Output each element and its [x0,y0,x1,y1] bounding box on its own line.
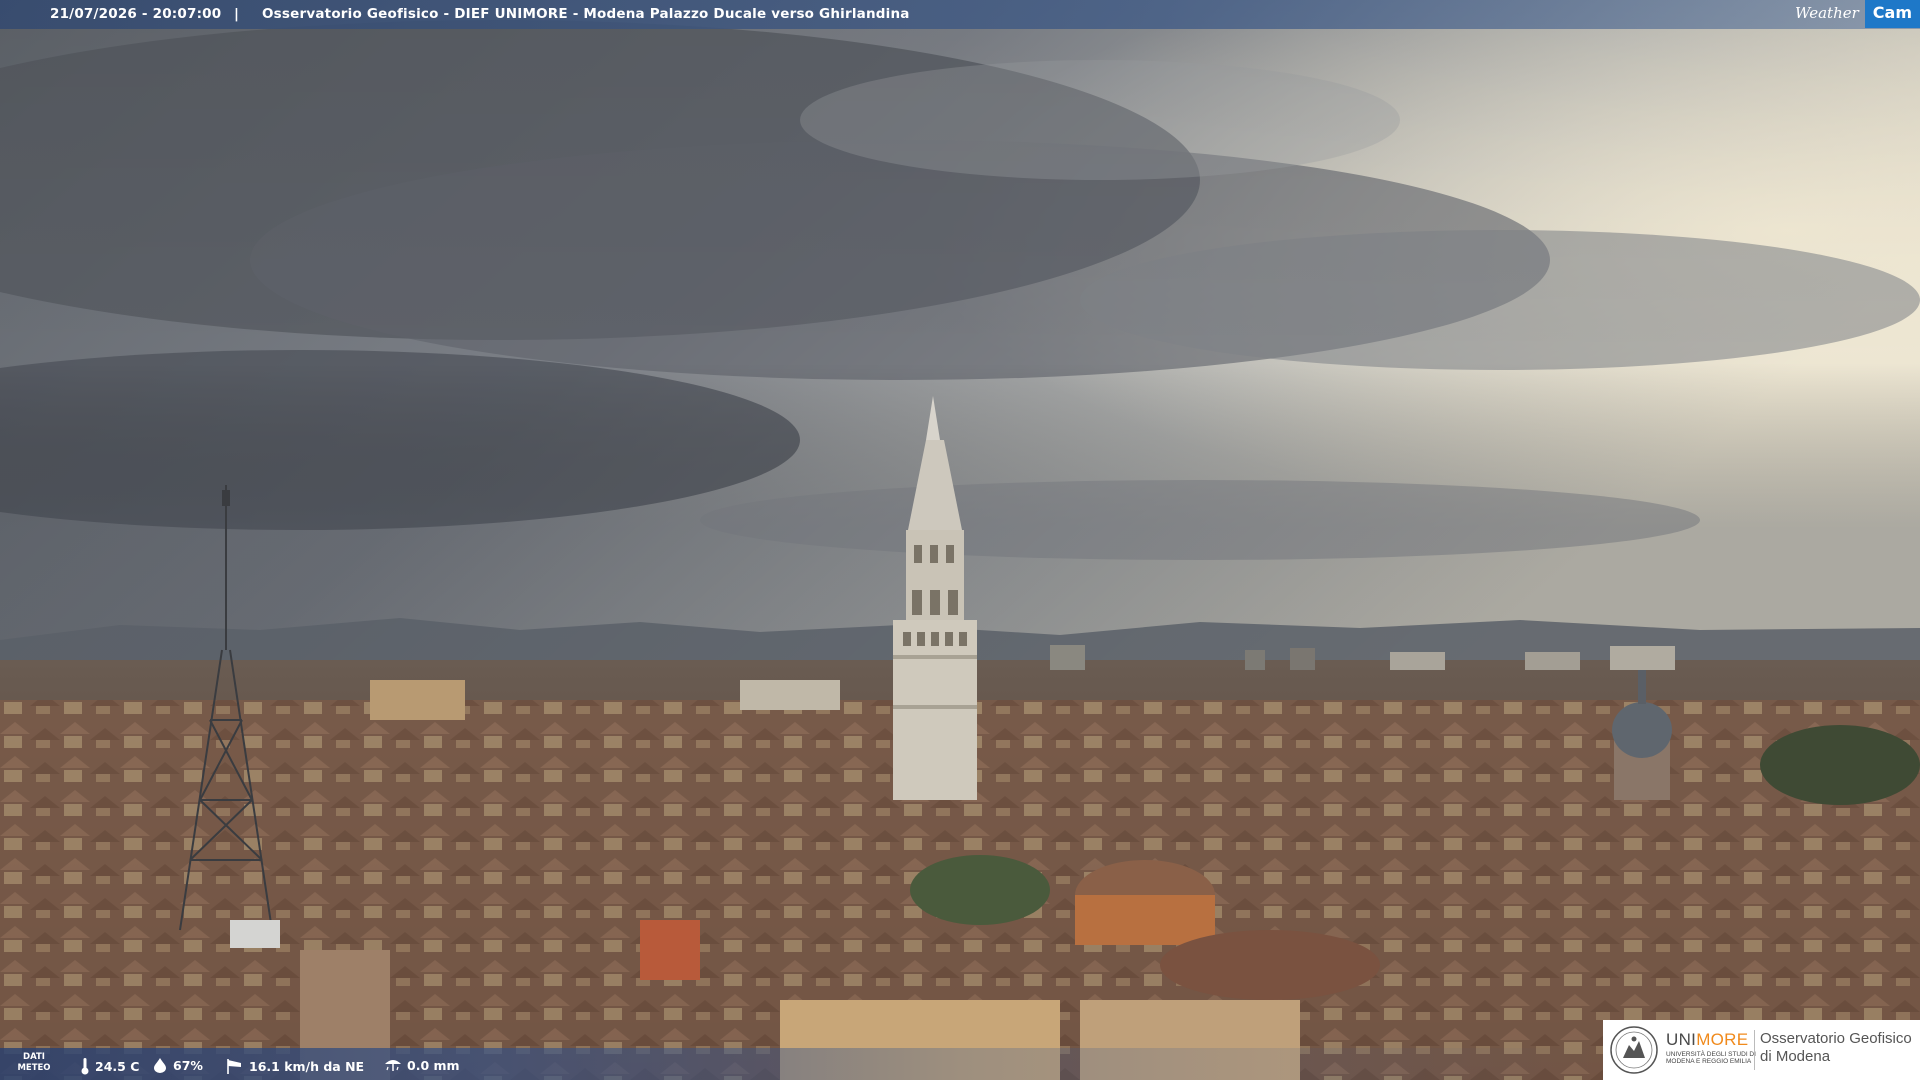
header-separator: | [234,6,240,22]
temperature-value: 24.5 C [95,1058,140,1074]
rain-gauge-icon [385,1060,401,1071]
weather-data-bar: DATI METEO 24.5 C 67% 16.1 km/h da NE 0.… [0,1048,1600,1080]
wind-sock-icon [227,1059,241,1074]
temperature-reading: 24.5 C [80,1057,139,1075]
humidity-reading: 67% [152,1057,203,1073]
webcam-scene [0,0,1920,1080]
university-subtitle: UNIVERSITÀ DEGLI STUDI DI MODENA E REGGI… [1666,1051,1756,1065]
unimore-observatory-logo: UNIMORE UNIVERSITÀ DEGLI STUDI DI MODENA… [1603,1020,1920,1080]
rain-value: 0.0 mm [407,1057,460,1073]
camera-title: Osservatorio Geofisico - DIEF UNIMORE - … [262,6,910,22]
header-bar: 21/07/2026 - 20:07:00 | Osservatorio Geo… [0,0,1920,29]
timestamp: 21/07/2026 - 20:07:00 [50,6,222,22]
wind-reading: 16.1 km/h da NE [226,1057,364,1075]
rain-reading: 0.0 mm [384,1057,460,1073]
brand-weather: Weather [1795,4,1859,22]
droplet-icon [154,1058,166,1073]
weathercam-logo: Weather Cam [1787,0,1920,28]
weather-data-label: DATI METEO [17,1052,51,1073]
thermometer-icon [81,1058,89,1075]
university-seal-icon [1610,1026,1658,1074]
brand-cam: Cam [1864,0,1920,28]
logo-divider [1754,1030,1755,1070]
observatory-name: Osservatorio Geofisico di Modena [1760,1030,1912,1065]
wind-value: 16.1 km/h da NE [249,1058,365,1074]
humidity-value: 67% [173,1057,203,1073]
unimore-wordmark: UNIMORE [1666,1030,1749,1049]
